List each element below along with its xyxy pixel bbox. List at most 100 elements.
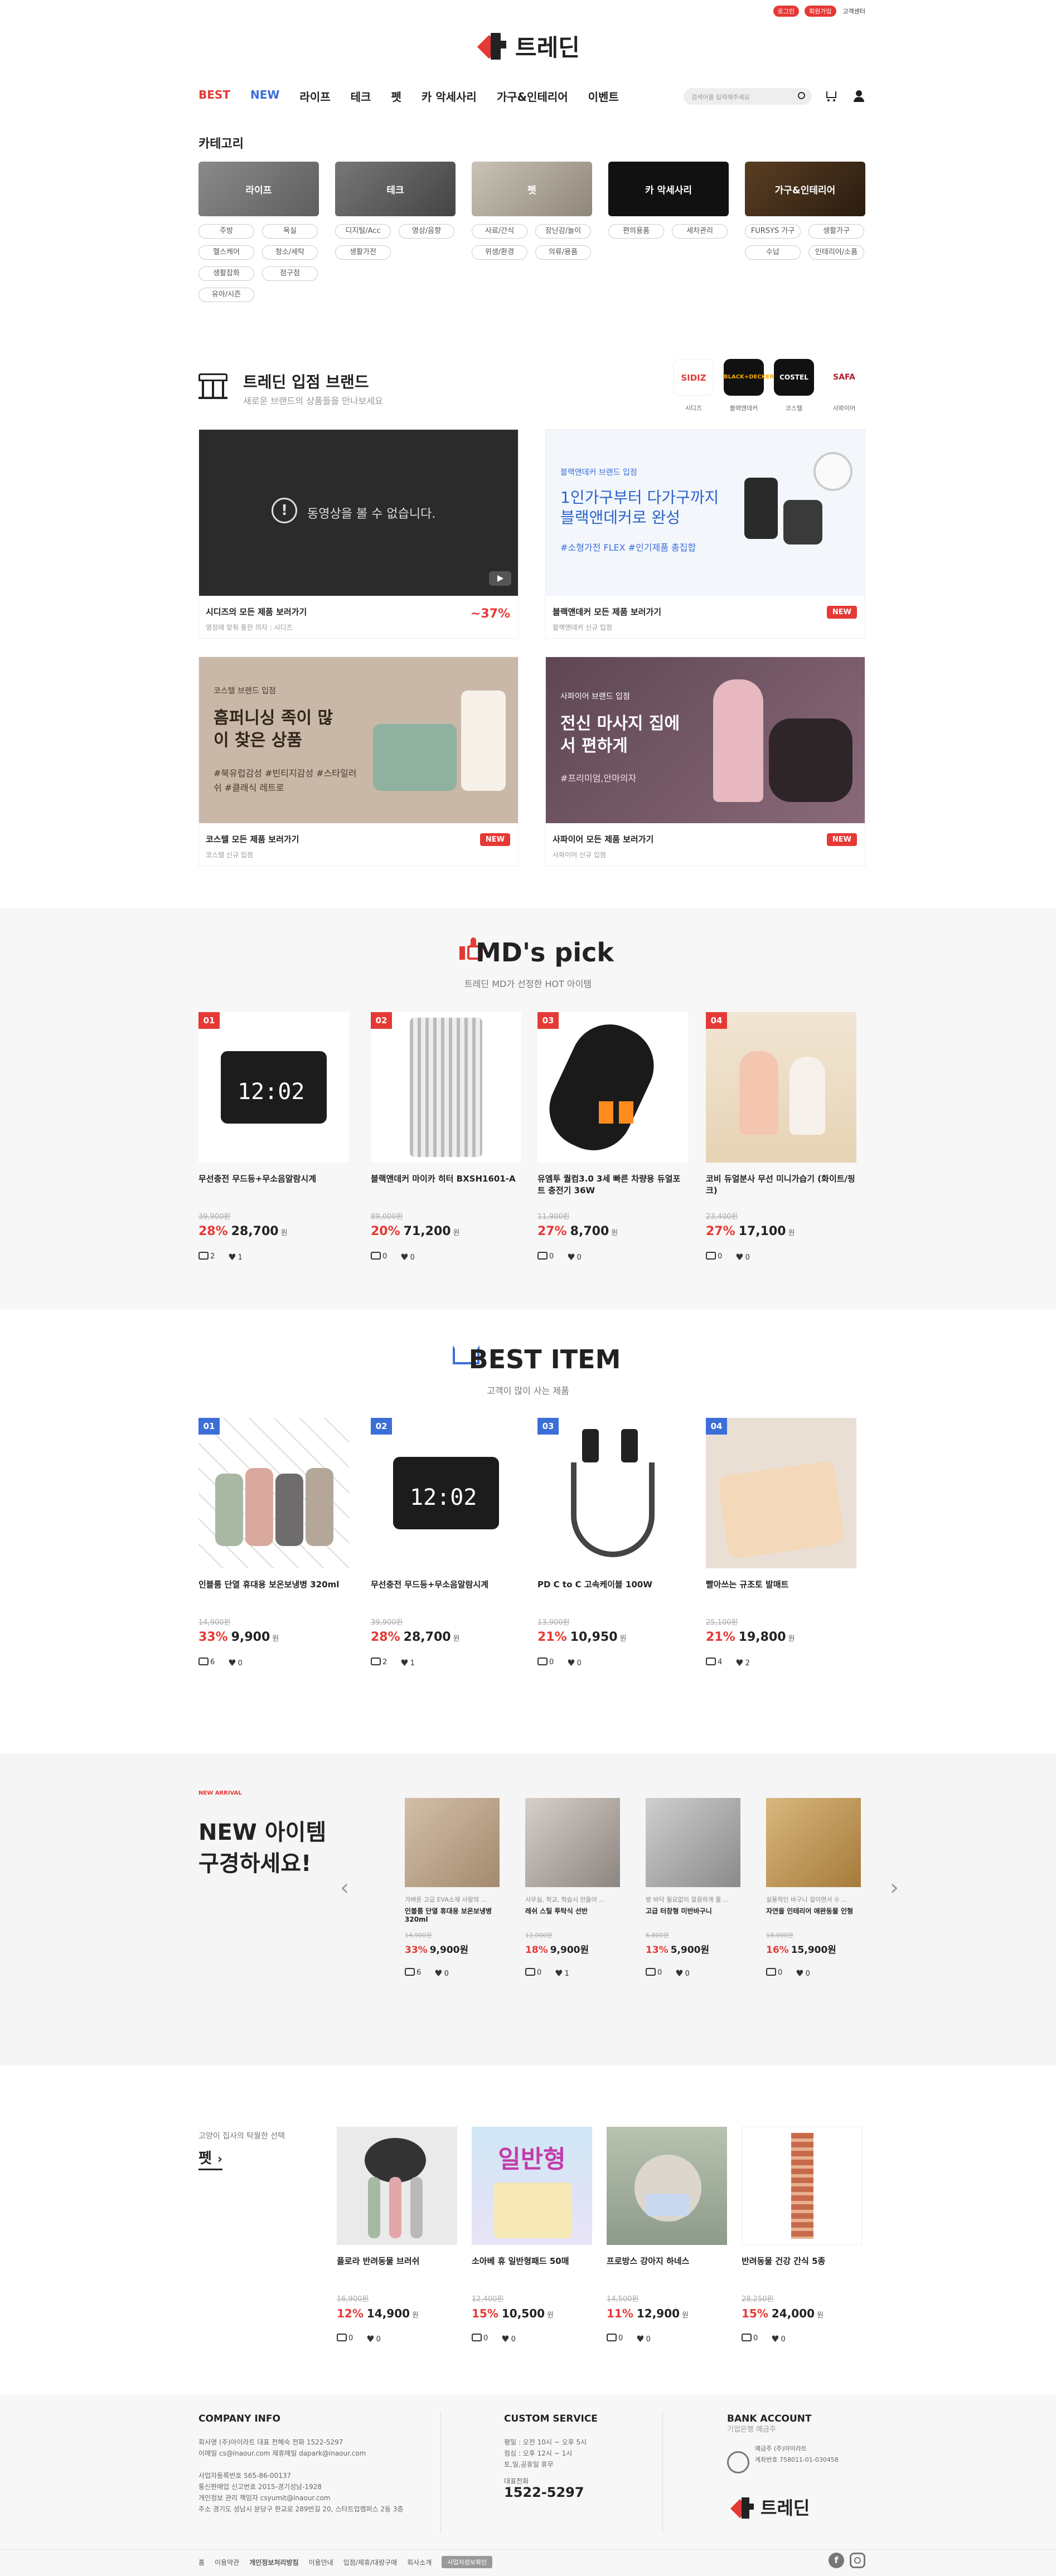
subcat-chip[interactable]: 생활잡화 (198, 266, 254, 281)
gnb-item-car[interactable]: 카 악세사리 (422, 88, 477, 104)
review-count[interactable]: 0 (607, 2334, 623, 2344)
brand-panel-safa[interactable]: 사파이어 브랜드 입점 전신 마사지 집에서 편하게 #프리미엄,안마의자 사파… (545, 657, 865, 866)
like-count[interactable]: ♥ 1 (400, 1658, 415, 1668)
subcat-chip[interactable]: 사료/간식 (472, 224, 527, 239)
product-image[interactable] (337, 2127, 457, 2245)
panel-link[interactable]: 사파이어 모든 제품 보러가기 (553, 833, 653, 845)
product-card[interactable]: 04 빨아쓰는 규조토 발매트 25,100원 21% 19,800 원 4 ♥ 2 (706, 1418, 856, 1668)
product-card[interactable]: 01 인블룸 단열 휴대용 보온보냉병 320ml 14,900원 33% 9,9… (198, 1418, 349, 1668)
footer-link-terms[interactable]: 이용약관 (215, 2558, 239, 2567)
product-name[interactable]: 무선충전 무드등+무소음알람시계 (371, 1578, 521, 1598)
category-card-pet[interactable]: 펫 (472, 162, 592, 216)
product-name[interactable]: 레쉬 스틸 투탁식 선반 (525, 1906, 620, 1924)
product-name[interactable]: 고급 터창형 미반바구니 (646, 1906, 740, 1924)
like-count[interactable]: ♥ 1 (228, 1252, 243, 1262)
subcat-chip[interactable]: 헬스케어 (198, 245, 254, 260)
facebook-icon[interactable]: f (829, 2553, 844, 2568)
product-name[interactable]: PD C to C 고속케이블 100W (537, 1578, 688, 1598)
new-product-card[interactable]: 사무실, 학교, 학습시 만들어 ... 레쉬 스틸 투탁식 선반 12,000… (525, 1798, 620, 1979)
subcat-chip[interactable]: 편의용품 (608, 224, 664, 239)
youtube-icon[interactable] (489, 571, 511, 586)
product-name[interactable]: 프로방스 강아지 하네스 (607, 2255, 727, 2275)
footer-link-about[interactable]: 회사소개 (407, 2558, 432, 2567)
category-card-life[interactable]: 라이프 (198, 162, 319, 216)
product-name[interactable]: 무선충전 무드등+무소음알람시계 (198, 1173, 349, 1193)
subcat-chip[interactable]: FURSYS 가구 (745, 224, 801, 239)
product-image[interactable]: 02 (371, 1012, 521, 1163)
brand-panel-sidiz[interactable]: ! 동영상을 볼 수 없습니다. 시디즈의 모든 제품 보러가기 열정에 맞춰 … (198, 429, 519, 639)
product-name[interactable]: 반려동물 건강 간식 5종 (742, 2255, 862, 2275)
prev-arrow-icon[interactable]: ‹ (340, 1875, 349, 1901)
category-card-car[interactable]: 카 악세사리 (608, 162, 729, 216)
subcat-chip[interactable]: 청소/세탁 (262, 245, 318, 260)
footer-link-privacy[interactable]: 개인정보처리방침 (249, 2558, 298, 2567)
review-count[interactable]: 2 (371, 1658, 387, 1668)
product-card[interactable]: 01 12:02 무선충전 무드등+무소음알람시계 39,900원 28% 28,… (198, 1012, 349, 1262)
like-count[interactable]: ♥ 0 (400, 1252, 415, 1262)
product-image[interactable]: 일반형 (472, 2127, 592, 2245)
like-count[interactable]: ♥ 0 (796, 1968, 810, 1979)
gnb-item-tech[interactable]: 테크 (351, 88, 371, 104)
review-count[interactable]: 2 (198, 1252, 215, 1262)
review-count[interactable]: 0 (371, 1252, 387, 1262)
cart-icon[interactable] (825, 90, 837, 101)
brand-logo-blackdecker[interactable]: BLACK+DECKER (724, 359, 774, 396)
like-count[interactable]: ♥ 0 (228, 1658, 243, 1668)
new-product-card[interactable]: 가벼운 고급 EVA소재 사람의 ... 인블룸 단열 휴대용 보온보냉병 32… (405, 1798, 500, 1979)
product-name[interactable]: 플로라 반려동물 브러쉬 (337, 2255, 457, 2275)
like-count[interactable]: ♥ 0 (501, 2334, 516, 2344)
pet-title[interactable]: 펫 › (198, 2147, 222, 2170)
product-image[interactable] (525, 1798, 620, 1887)
product-image[interactable]: 02 12:02 (371, 1418, 521, 1568)
subcat-chip[interactable]: 욕실 (262, 224, 318, 239)
review-count[interactable]: 0 (525, 1968, 541, 1979)
search-input[interactable]: 검색어를 입력해주세요 (684, 88, 812, 105)
brand-logo-sidiz[interactable]: SIDIZ (674, 359, 714, 396)
footer-link-guide[interactable]: 이용안내 (309, 2558, 333, 2567)
user-icon[interactable] (853, 90, 865, 102)
gnb-item-best[interactable]: BEST (198, 88, 230, 104)
product-image[interactable]: 03 (537, 1418, 688, 1568)
pet-product-card[interactable]: 반려동물 건강 간식 5종 28,250원 15% 24,000 원 0 ♥ 0 (742, 2127, 862, 2344)
review-count[interactable]: 0 (766, 1968, 782, 1979)
customer-center-link[interactable]: 고객센터 (842, 6, 866, 17)
like-count[interactable]: ♥ 2 (735, 1658, 750, 1668)
product-image[interactable] (646, 1798, 740, 1887)
subcat-chip[interactable]: 디지털/Acc (335, 224, 391, 239)
subcat-chip[interactable]: 영상/음향 (399, 224, 454, 239)
subcat-chip[interactable]: 장난감/놀이 (535, 224, 591, 239)
product-name[interactable]: 인블룸 단열 휴대용 보온보냉병 320ml (405, 1906, 500, 1924)
like-count[interactable]: ♥ 0 (567, 1252, 582, 1262)
subcat-chip[interactable]: 세차관리 (672, 224, 728, 239)
gnb-item-pet[interactable]: 펫 (391, 88, 401, 104)
category-card-tech[interactable]: 테크 (335, 162, 456, 216)
like-count[interactable]: ♥ 0 (675, 1968, 690, 1979)
product-name[interactable]: 코비 듀얼분사 무선 미니가습기 (화이트/핑크) (706, 1173, 856, 1195)
login-link[interactable]: 로그인 (773, 6, 800, 17)
subcat-chip[interactable]: 인테리어/소품 (808, 245, 864, 260)
site-logo[interactable]: 트레딘 (477, 29, 580, 63)
new-product-card[interactable]: 실용적인 바구니 걸이면서 수 ... 자연을 인테리어 애완동물 인형 18,… (766, 1798, 861, 1979)
like-count[interactable]: ♥ 1 (555, 1968, 569, 1979)
brand-panel-blackdecker[interactable]: 블랙앤데커 브랜드 입점 1인가구부터 다가구까지 블랙앤데커로 완성 #소형가… (545, 429, 865, 639)
signup-link[interactable]: 회원가입 (805, 6, 836, 17)
brand-logo-safa[interactable]: SAFA (824, 359, 864, 396)
gnb-item-life[interactable]: 라이프 (299, 88, 330, 104)
product-name[interactable]: 인블룸 단열 휴대용 보온보냉병 320ml (198, 1578, 349, 1598)
like-count[interactable]: ♥ 0 (567, 1658, 582, 1668)
video-player[interactable]: ! 동영상을 볼 수 없습니다. (199, 430, 518, 596)
instagram-icon[interactable] (850, 2553, 865, 2568)
subcat-chip[interactable]: 위생/환경 (472, 245, 527, 260)
like-count[interactable]: ♥ 0 (366, 2334, 381, 2344)
product-image[interactable] (766, 1798, 861, 1887)
gnb-item-furniture[interactable]: 가구&인테리어 (497, 88, 568, 104)
footer-link-home[interactable]: 홈 (198, 2558, 205, 2567)
product-image[interactable]: 01 (198, 1418, 349, 1568)
product-name[interactable]: 빨아쓰는 규조토 발매트 (706, 1578, 856, 1598)
panel-link[interactable]: 시디즈의 모든 제품 보러가기 (206, 606, 307, 618)
review-count[interactable]: 4 (706, 1658, 722, 1668)
brand-logo-costel[interactable]: COSTEL (774, 359, 814, 396)
subcat-chip[interactable]: 주방 (198, 224, 254, 239)
product-image[interactable] (607, 2127, 727, 2245)
like-count[interactable]: ♥ 0 (735, 1252, 750, 1262)
